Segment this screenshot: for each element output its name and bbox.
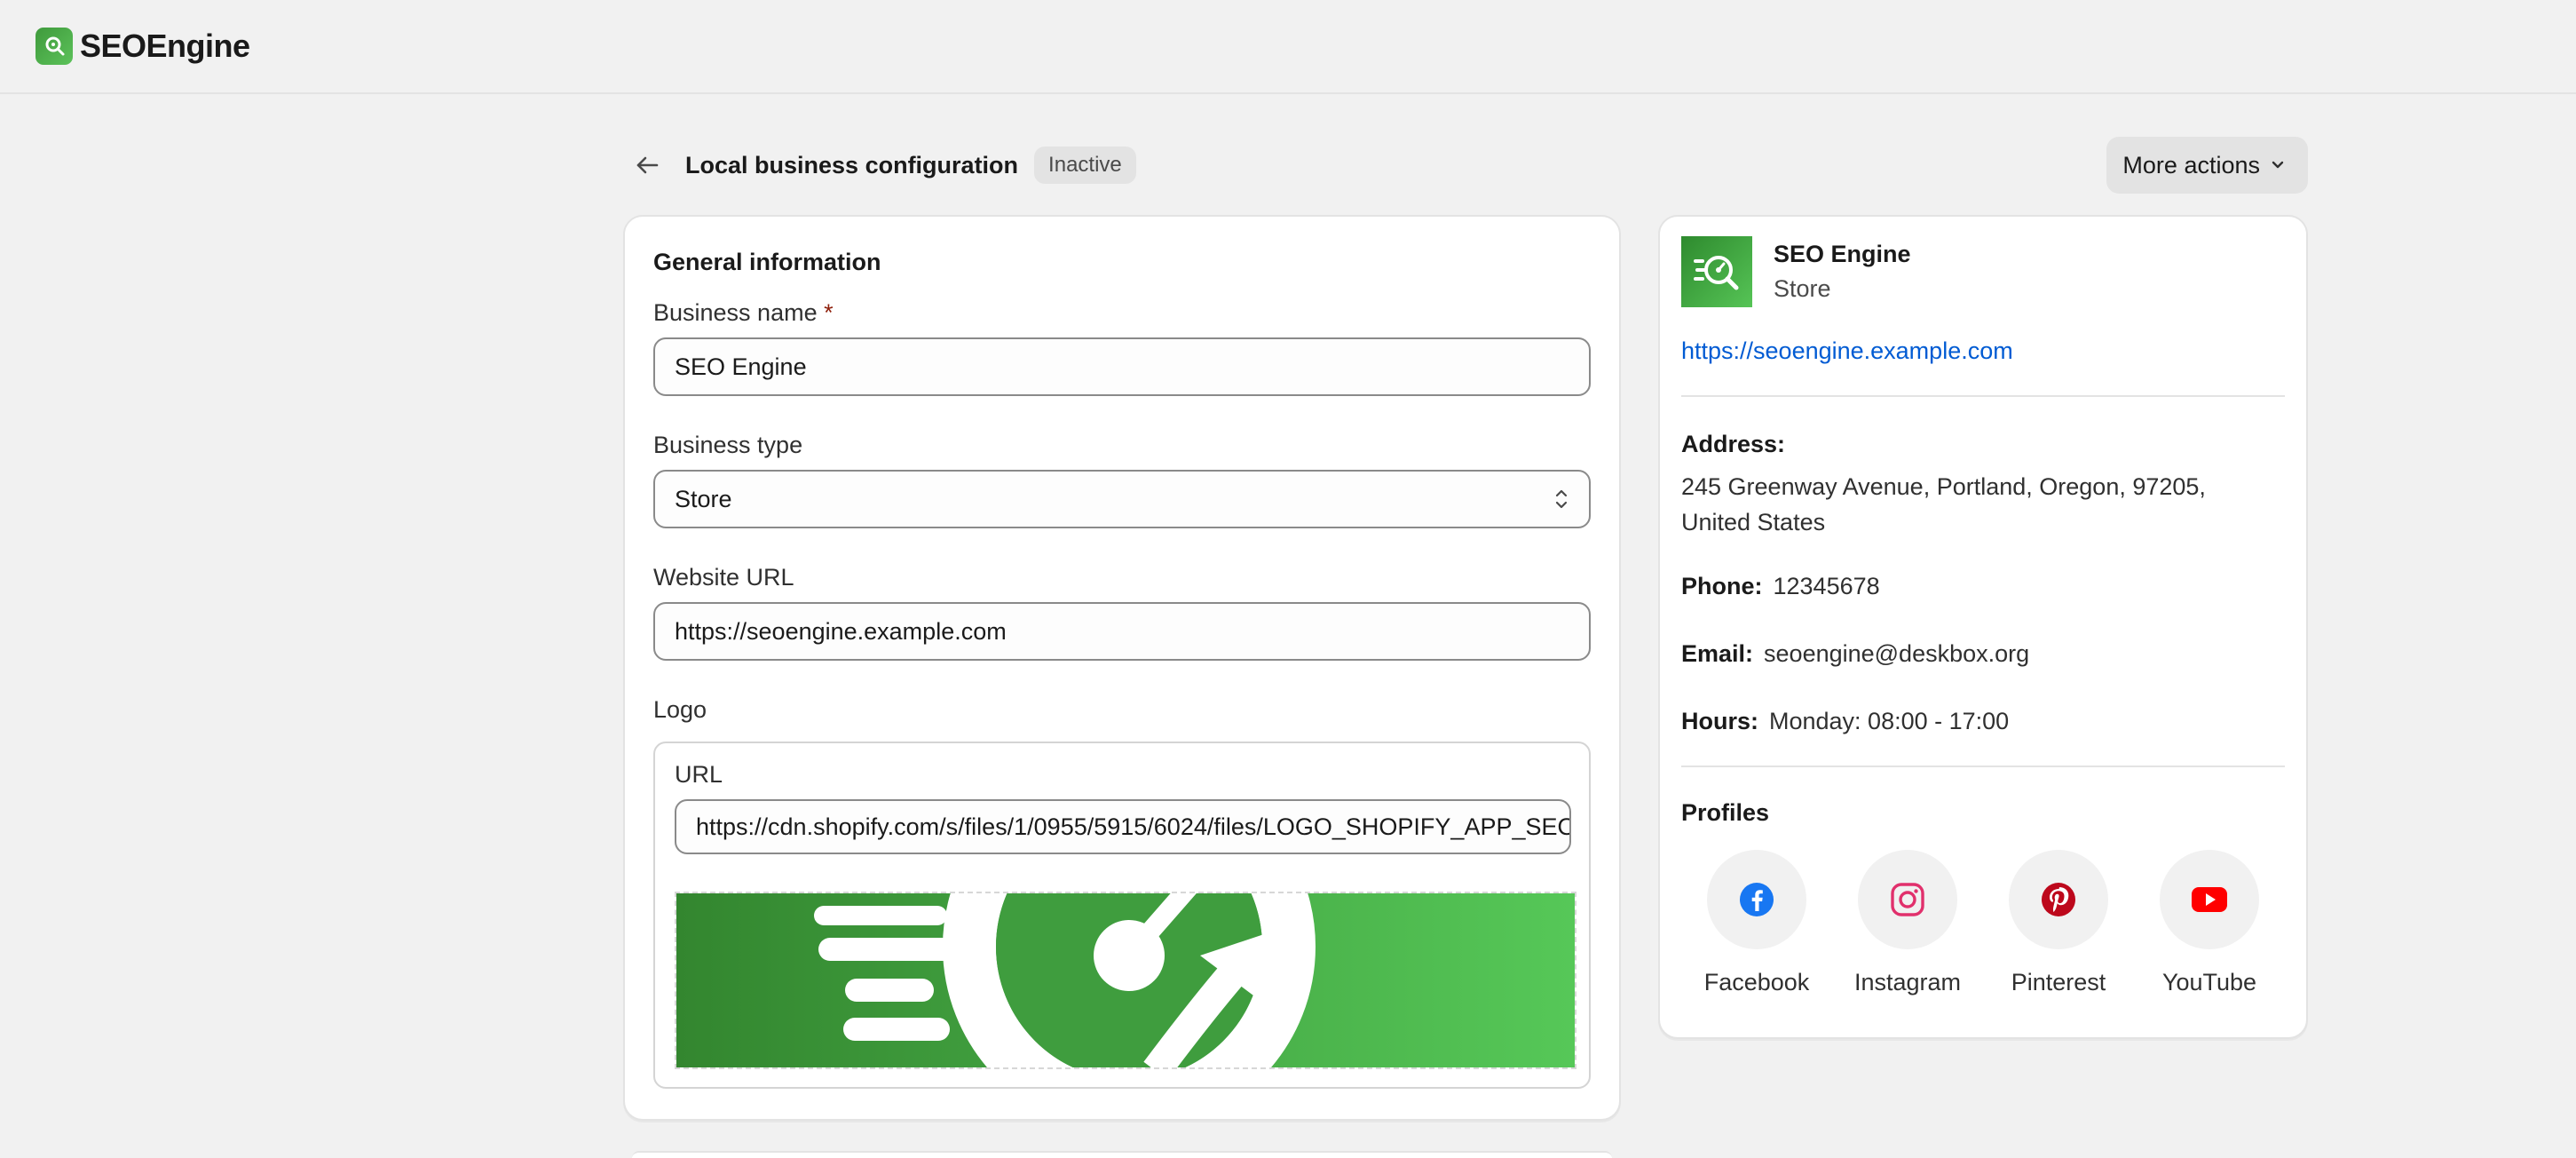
phone-row: Phone: 12345678 (1681, 568, 2285, 604)
email-label: Email: (1681, 640, 1754, 667)
arrow-left-icon (636, 156, 659, 174)
logo-box: URL https://cdn.shopify.com/s/files/1/09… (653, 742, 1591, 1089)
address-line-2: United States (1681, 509, 1826, 535)
phone-value: 12345678 (1773, 573, 1880, 599)
business-type-select[interactable]: Store (653, 470, 1591, 528)
business-logo-icon (1681, 236, 1752, 307)
business-name-block: SEO Engine Store (1774, 241, 1911, 303)
profile-label: YouTube (2161, 969, 2257, 995)
page-title: Local business configuration (685, 151, 1019, 178)
phone-label: Phone: (1681, 573, 1763, 599)
business-name-label: Business name * (653, 299, 1591, 327)
chevron-down-icon (2272, 161, 2284, 169)
business-preview-card: SEO Engine Store https://seoengine.examp… (1658, 215, 2308, 1039)
profile-label: Facebook (1703, 969, 1810, 995)
app-logo-icon (36, 28, 73, 65)
required-mark: * (824, 299, 834, 326)
logo-preview-image (675, 892, 1576, 1069)
hours-label: Hours: (1681, 708, 1758, 734)
email-value: seoengine@deskbox.org (1764, 640, 2030, 667)
business-name: SEO Engine (1774, 241, 1911, 267)
profile-pinterest[interactable]: Pinterest (1983, 850, 2134, 996)
business-type-value: Store (675, 485, 732, 512)
business-header: SEO Engine Store (1681, 236, 2285, 307)
more-actions-label: More actions (2122, 151, 2260, 178)
hours-value: Monday: 08:00 - 17:00 (1769, 708, 2010, 734)
divider (1681, 765, 2285, 767)
divider (1681, 395, 2285, 397)
website-link[interactable]: https://seoengine.example.com (1681, 337, 2285, 365)
email-row: Email: seoengine@deskbox.org (1681, 636, 2285, 671)
address-label: Address: (1681, 431, 1786, 457)
profile-label: Pinterest (2011, 969, 2106, 995)
more-actions-button[interactable]: More actions (2106, 137, 2308, 194)
top-bar: SEOEngine (0, 0, 2576, 94)
logo-url-input[interactable]: https://cdn.shopify.com/s/files/1/0955/5… (675, 799, 1571, 854)
instagram-icon (1858, 850, 1957, 949)
profile-label: Instagram (1853, 969, 1962, 995)
next-card-edge (632, 1151, 1612, 1158)
address-line-1: 245 Greenway Avenue, Portland, Oregon, 9… (1681, 473, 2206, 500)
facebook-icon (1707, 850, 1806, 949)
pinterest-icon (2009, 850, 2108, 949)
page-header: Local business configuration Inactive Mo… (623, 137, 2308, 194)
app-name: SEOEngine (80, 28, 250, 64)
profiles-list: Facebook Instagram Pinterest YouTube (1681, 850, 2285, 996)
profile-youtube[interactable]: YouTube (2134, 850, 2285, 996)
select-chevron-icon (1555, 489, 1568, 509)
website-url-input[interactable]: https://seoengine.example.com (653, 602, 1591, 661)
address-value: 245 Greenway Avenue, Portland, Oregon, 9… (1681, 469, 2285, 540)
business-type-label: Business type (653, 432, 803, 458)
logo-label: Logo (653, 696, 707, 723)
general-information-card: General information Business name * SEO … (623, 215, 1621, 1121)
profile-instagram[interactable]: Instagram (1832, 850, 1983, 996)
back-button[interactable] (623, 141, 671, 189)
profiles-title: Profiles (1681, 799, 1770, 826)
section-title: General information (653, 249, 881, 275)
business-name-input[interactable]: SEO Engine (653, 337, 1591, 396)
status-badge: Inactive (1034, 147, 1136, 184)
profile-facebook[interactable]: Facebook (1681, 850, 1832, 996)
youtube-icon (2160, 850, 2259, 949)
business-name-label-text: Business name (653, 299, 818, 326)
hours-row: Hours: Monday: 08:00 - 17:00 (1681, 703, 2285, 739)
logo-url-label: URL (675, 761, 723, 788)
website-url-label: Website URL (653, 564, 794, 591)
business-type: Store (1774, 275, 1831, 302)
